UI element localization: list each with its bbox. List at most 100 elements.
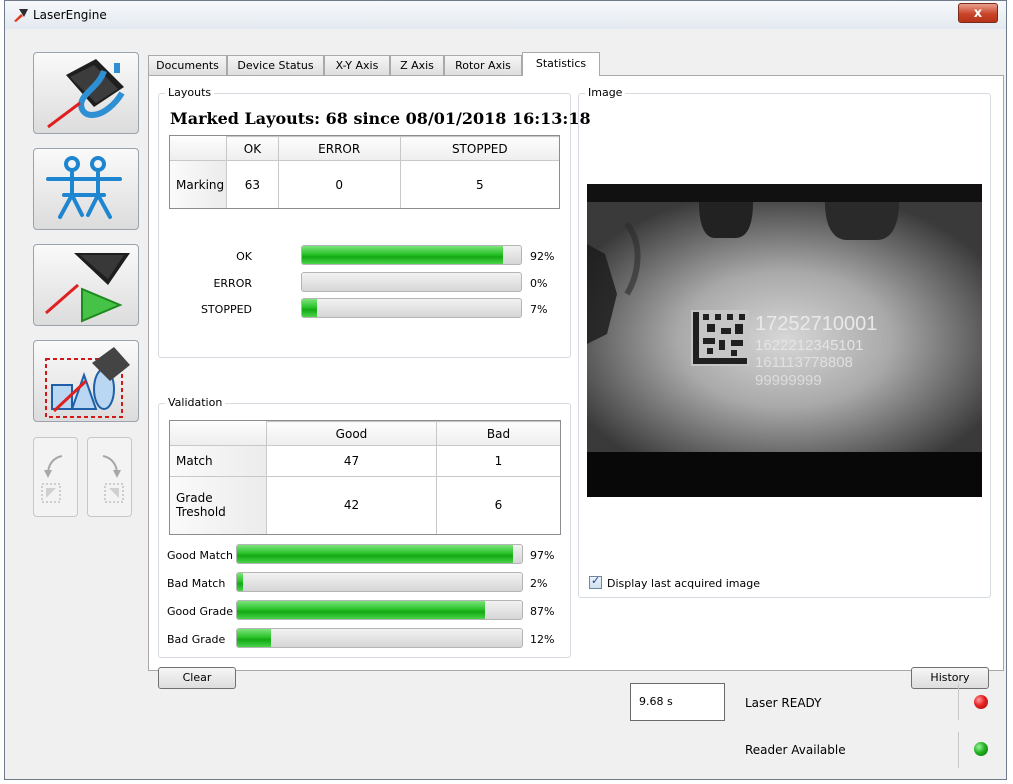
marking-line-3: 161113778808 bbox=[755, 354, 853, 371]
laser-head-icon bbox=[47, 59, 125, 129]
good-grade-percent: 87% bbox=[530, 605, 555, 618]
stopped-bar-label: STOPPED bbox=[200, 303, 252, 316]
redo-icon bbox=[102, 455, 124, 503]
tab-statistics[interactable]: Statistics bbox=[522, 52, 600, 76]
bad-match-label: Bad Match bbox=[167, 577, 226, 590]
checkbox-label: Display last acquired image bbox=[607, 577, 760, 590]
layout-shapes-icon bbox=[45, 347, 130, 418]
start-marking-button[interactable] bbox=[33, 244, 139, 326]
column-header: ERROR bbox=[277, 136, 401, 161]
table-header-row: OK ERROR STOPPED bbox=[170, 136, 559, 161]
checkbox-check-icon[interactable] bbox=[589, 574, 602, 589]
close-button[interactable]: x bbox=[958, 3, 998, 23]
redo-button[interactable] bbox=[87, 437, 132, 517]
table-row: Grade Treshold 42 6 bbox=[170, 475, 560, 534]
validation-group: Validation Good Bad Match 47 1 Grade Tre… bbox=[158, 396, 571, 658]
undo-icon bbox=[41, 455, 63, 503]
camera-image: 17252710001 1622212345101 161113778808 9… bbox=[587, 184, 982, 497]
row-header: Marking bbox=[170, 160, 227, 208]
good-grade-progress-bar bbox=[236, 600, 523, 620]
tab-z-axis[interactable]: Z Axis bbox=[390, 55, 444, 75]
title-bar[interactable]: LaserEngine x bbox=[5, 1, 1006, 30]
tab-documents[interactable]: Documents bbox=[148, 55, 227, 75]
bad-match-progress-bar bbox=[236, 572, 523, 592]
error-percent: 0% bbox=[530, 277, 548, 290]
laser-head-button[interactable] bbox=[33, 52, 139, 134]
laser-status-label: Laser READY bbox=[745, 696, 822, 710]
row-header: Match bbox=[170, 445, 267, 477]
reader-status-led-icon bbox=[974, 742, 988, 756]
image-group: Image 17252710001 1622212345101 16111377… bbox=[578, 86, 991, 598]
marking-line-4: 99999999 bbox=[755, 372, 822, 389]
good-match-percent: 97% bbox=[530, 549, 555, 562]
table-cell: 5 bbox=[399, 160, 559, 208]
error-progress-bar bbox=[301, 272, 522, 292]
marking-table: OK ERROR STOPPED Marking 63 0 5 bbox=[170, 136, 559, 208]
ok-bar-label: OK bbox=[236, 250, 252, 263]
layouts-group: Layouts Marked Layouts: 68 since 08/01/2… bbox=[158, 86, 591, 358]
table-header-row: Good Bad bbox=[170, 421, 560, 446]
image-group-label: Image bbox=[585, 86, 626, 99]
layout-shapes-button[interactable] bbox=[33, 340, 139, 422]
tab-xy-axis[interactable]: X-Y Axis bbox=[324, 55, 390, 75]
column-header: OK bbox=[226, 136, 279, 161]
users-icon bbox=[46, 156, 122, 219]
ok-progress-fill bbox=[302, 246, 504, 264]
acquired-image: 17252710001 1622212345101 161113778808 9… bbox=[587, 184, 982, 497]
bad-match-percent: 2% bbox=[530, 577, 548, 590]
elapsed-time-display: 9.68 s bbox=[630, 683, 725, 721]
table-corner-cell bbox=[170, 136, 227, 161]
marking-line-2: 1622212345101 bbox=[755, 337, 863, 354]
bad-grade-percent: 12% bbox=[530, 633, 555, 646]
reader-status-label: Reader Available bbox=[745, 743, 846, 757]
tab-rotor-axis[interactable]: Rotor Axis bbox=[444, 55, 522, 75]
table-cell: 1 bbox=[435, 445, 560, 477]
laser-status-led-icon bbox=[974, 695, 988, 709]
ok-progress-bar bbox=[301, 245, 522, 265]
table-cell: 6 bbox=[435, 475, 560, 534]
bad-grade-progress-fill bbox=[237, 629, 272, 647]
marked-layouts-title: Marked Layouts: 68 since 08/01/2018 16:1… bbox=[170, 109, 591, 128]
table-corner-cell bbox=[170, 421, 267, 446]
table-cell: 42 bbox=[266, 475, 437, 534]
display-last-image-checkbox[interactable]: Display last acquired image bbox=[589, 574, 760, 590]
good-grade-progress-fill bbox=[237, 601, 485, 619]
table-row: Marking 63 0 5 bbox=[170, 160, 559, 208]
status-divider bbox=[958, 732, 959, 768]
tab-device-status[interactable]: Device Status bbox=[227, 55, 324, 75]
column-header: Bad bbox=[435, 421, 560, 446]
validation-group-label: Validation bbox=[165, 396, 226, 409]
table-row: Match 47 1 bbox=[170, 445, 560, 477]
undo-button[interactable] bbox=[33, 437, 78, 517]
validation-table: Good Bad Match 47 1 Grade Treshold 42 6 bbox=[170, 421, 560, 534]
window-title: LaserEngine bbox=[33, 8, 107, 22]
row-header: Grade Treshold bbox=[170, 475, 267, 534]
table-cell: 0 bbox=[277, 160, 401, 208]
history-button[interactable]: History bbox=[911, 667, 989, 689]
start-marking-icon bbox=[45, 253, 130, 323]
bad-grade-progress-bar bbox=[236, 628, 523, 648]
bad-match-progress-fill bbox=[237, 573, 243, 591]
stopped-percent: 7% bbox=[530, 303, 548, 316]
ok-percent: 92% bbox=[530, 250, 555, 263]
column-header: Good bbox=[266, 421, 437, 446]
marking-line-1: 17252710001 bbox=[755, 313, 877, 335]
layouts-group-label: Layouts bbox=[165, 86, 215, 99]
good-match-label: Good Match bbox=[167, 549, 234, 562]
good-match-progress-bar bbox=[236, 544, 523, 564]
clear-button[interactable]: Clear bbox=[158, 667, 236, 689]
good-grade-label: Good Grade bbox=[167, 605, 233, 618]
good-match-progress-fill bbox=[237, 545, 514, 563]
column-header: STOPPED bbox=[399, 136, 559, 161]
table-cell: 63 bbox=[226, 160, 279, 208]
client-area: Documents Device Status X-Y Axis Z Axis … bbox=[5, 29, 1006, 779]
users-button[interactable] bbox=[33, 148, 139, 230]
app-window: LaserEngine x Documents Device Status X-… bbox=[4, 0, 1007, 780]
marking-table-frame: OK ERROR STOPPED Marking 63 0 5 bbox=[169, 135, 560, 209]
table-cell: 47 bbox=[266, 445, 437, 477]
stopped-progress-bar bbox=[301, 298, 522, 318]
bad-grade-label: Bad Grade bbox=[167, 633, 226, 646]
statistics-panel: Layouts Marked Layouts: 68 since 08/01/2… bbox=[148, 75, 1004, 689]
app-logo-icon bbox=[14, 9, 28, 22]
error-bar-label: ERROR bbox=[213, 277, 252, 290]
